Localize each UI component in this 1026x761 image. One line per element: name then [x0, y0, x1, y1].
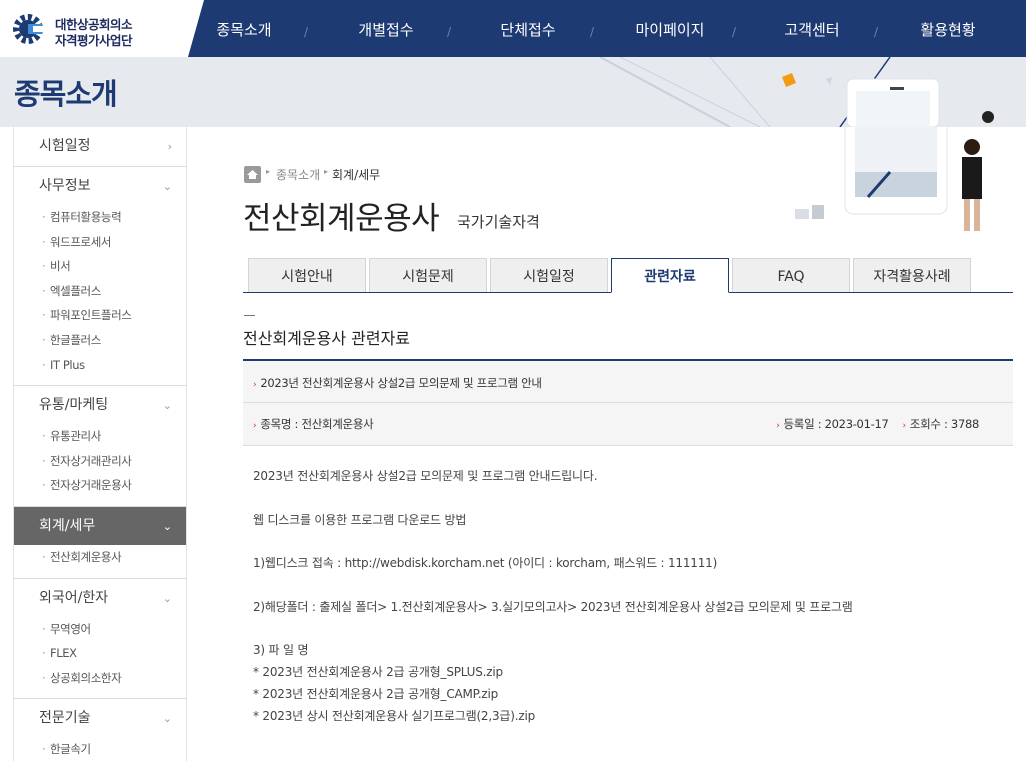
- page-title: 전산회계운용사: [243, 201, 440, 237]
- body-file1: * 2023년 전산회계운용사 2급 공개형_SPLUS.zip: [253, 665, 503, 680]
- sidebar-item-label: 시험일정: [39, 138, 91, 154]
- banner-title: 종목소개: [14, 77, 118, 111]
- tab-exam-schedule[interactable]: 시험일정: [490, 258, 608, 292]
- top-navigation-bar: 대한상공회의소 자격평가사업단 종목소개 / 개별접수 / 단체접수 / 마이페…: [0, 0, 1026, 57]
- sidebar-item-label: 회계/세무: [39, 517, 96, 534]
- sidebar-submenu-language: 무역영어 FLEX 상공회의소한자: [14, 617, 186, 699]
- sidebar-item-schedule[interactable]: 시험일정 ›: [14, 127, 186, 166]
- nav-item-individual[interactable]: 개별접수: [331, 0, 441, 57]
- body-step3: 3) 파 일 명: [253, 643, 309, 658]
- sidebar-subitem[interactable]: 유통관리사: [14, 424, 186, 449]
- sidebar-item-office[interactable]: 사무정보 ⌄: [14, 166, 186, 205]
- body-step2: 2)해당폴더 : 출제실 폴더> 1.전산회계운용사> 3.실기모의고사> 20…: [253, 599, 853, 614]
- post-subject: 종목명 : 전산회계운용사: [260, 417, 374, 431]
- nav-item-intro[interactable]: 종목소개: [189, 0, 299, 57]
- body-method: 웹 디스크를 이용한 프로그램 다운로드 방법: [253, 512, 467, 527]
- home-icon[interactable]: [244, 166, 261, 183]
- post-meta-row: › 종목명 : 전산회계운용사 › 등록일 : 2023-01-17 › 조회수 : 3…: [243, 403, 1013, 446]
- post-body: 2023년 전산회계운용사 상설2급 모의문제 및 프로그램 안내드립니다. 웹…: [253, 466, 1013, 728]
- caret-right-icon: ›: [902, 421, 906, 431]
- tab-exam-info[interactable]: 시험안내: [248, 258, 366, 292]
- post-header: › 2023년 전산회계운용사 상설2급 모의문제 및 프로그램 안내 › 종목명 …: [243, 359, 1013, 446]
- nav-divider: /: [304, 25, 309, 39]
- sidebar: 시험일정 › 사무정보 ⌄ 컴퓨터활용능력 워드프로세서 비서 엑셀플러스 파워…: [13, 127, 187, 761]
- page-subtitle: 국가기술자격: [457, 213, 540, 231]
- chevron-down-icon: ⌄: [162, 180, 172, 193]
- sidebar-item-label: 외국어/한자: [39, 589, 109, 606]
- section-title: 전산회계운용사 관련자료: [243, 329, 411, 348]
- post-views: 조회수 : 3788: [909, 417, 980, 431]
- sidebar-item-accounting[interactable]: 회계/세무 ⌄: [14, 505, 186, 545]
- sidebar-subitem[interactable]: 한글플러스: [14, 328, 186, 353]
- nav-divider: /: [447, 25, 452, 39]
- section-marker: [244, 315, 255, 316]
- tab-use-cases[interactable]: 자격활용사례: [853, 258, 971, 292]
- nav-divider: /: [732, 25, 737, 39]
- logo[interactable]: 대한상공회의소 자격평가사업단: [0, 0, 204, 57]
- chevron-down-icon: ⌄: [162, 519, 172, 533]
- post-title-row: › 2023년 전산회계운용사 상설2급 모의문제 및 프로그램 안내: [243, 359, 1013, 403]
- sidebar-subitem[interactable]: 한글속기: [14, 737, 186, 761]
- chevron-down-icon: ⌄: [162, 399, 172, 413]
- sidebar-subitem[interactable]: 워드프로세서: [14, 230, 186, 255]
- sidebar-subitem[interactable]: IT Plus: [14, 353, 186, 378]
- body-intro: 2023년 전산회계운용사 상설2급 모의문제 및 프로그램 안내드립니다.: [253, 469, 598, 483]
- sidebar-submenu-technical: 한글속기: [14, 737, 186, 761]
- post-title: 2023년 전산회계운용사 상설2급 모의문제 및 프로그램 안내: [260, 376, 542, 390]
- sidebar-subitem[interactable]: 전자상거래관리사: [14, 449, 186, 474]
- tab-bar: 시험안내 시험문제 시험일정 관련자료 FAQ 자격활용사례: [243, 258, 1013, 293]
- sidebar-item-label: 사무정보: [39, 178, 91, 194]
- sidebar-item-technical[interactable]: 전문기술 ⌄: [14, 698, 186, 737]
- sidebar-subitem[interactable]: 컴퓨터활용능력: [14, 205, 186, 230]
- caret-right-icon: ›: [253, 380, 257, 390]
- tab-related-materials[interactable]: 관련자료: [611, 258, 729, 293]
- tab-faq[interactable]: FAQ: [732, 258, 850, 292]
- banner-illustration: [599, 57, 994, 127]
- nav-divider: /: [874, 25, 879, 39]
- page-banner: 종목소개: [0, 57, 1026, 127]
- nav-item-group[interactable]: 단체접수: [473, 0, 583, 57]
- breadcrumb-separator-icon: ▸: [324, 167, 329, 176]
- post-meta-right: › 등록일 : 2023-01-17 › 조회수 : 3788: [776, 403, 979, 448]
- logo-text-line2: 자격평가사업단: [55, 33, 133, 48]
- breadcrumb-separator-icon: ▸: [266, 167, 271, 176]
- sidebar-item-distribution[interactable]: 유통/마케팅 ⌄: [14, 385, 186, 424]
- breadcrumb-level1[interactable]: 종목소개: [276, 166, 320, 183]
- body-file3: * 2023년 상시 전산회계운용사 실기프로그램(2,3급).zip: [253, 708, 535, 723]
- sidebar-subitem[interactable]: 파워포인트플러스: [14, 303, 186, 328]
- sidebar-subitem[interactable]: 전자상거래운용사: [14, 473, 186, 498]
- sidebar-subitem[interactable]: 엑셀플러스: [14, 279, 186, 304]
- chevron-down-icon: ⌄: [162, 712, 172, 726]
- nav-item-mypage[interactable]: 마이페이지: [615, 0, 725, 57]
- tablet-illustration: [795, 127, 982, 231]
- caret-right-icon: ›: [776, 421, 780, 431]
- sidebar-item-label: 전문기술: [39, 710, 91, 727]
- nav-item-stats[interactable]: 활용현황: [893, 0, 1003, 57]
- tab-exam-questions[interactable]: 시험문제: [369, 258, 487, 292]
- sidebar-subitem[interactable]: FLEX: [14, 641, 186, 666]
- nav-item-support[interactable]: 고객센터: [757, 0, 867, 57]
- sidebar-subitem[interactable]: 전산회계운용사: [14, 545, 186, 570]
- body-file2: * 2023년 전산회계운용사 2급 공개형_CAMP.zip: [253, 686, 499, 701]
- sidebar-submenu-office: 컴퓨터활용능력 워드프로세서 비서 엑셀플러스 파워포인트플러스 한글플러스 I…: [14, 205, 186, 385]
- logo-gear-icon: [13, 14, 45, 44]
- sidebar-subitem[interactable]: 상공회의소한자: [14, 666, 186, 691]
- breadcrumb-level2[interactable]: 회계/세무: [332, 166, 380, 183]
- sidebar-submenu-accounting: 전산회계운용사: [14, 545, 186, 578]
- nav-divider: /: [590, 25, 595, 39]
- sidebar-item-label: 유통/마케팅: [39, 397, 109, 414]
- sidebar-submenu-distribution: 유통관리사 전자상거래관리사 전자상거래운용사: [14, 424, 186, 506]
- caret-right-icon: ›: [253, 421, 257, 431]
- sidebar-subitem[interactable]: 비서: [14, 254, 186, 279]
- sidebar-subitem[interactable]: 무역영어: [14, 617, 186, 642]
- chevron-down-icon: ⌄: [162, 591, 172, 605]
- post-date: 등록일 : 2023-01-17: [783, 417, 889, 431]
- sidebar-item-language[interactable]: 외국어/한자 ⌄: [14, 577, 186, 617]
- body-step1[interactable]: 1)웹디스크 접속 : http://webdisk.korcham.net (…: [253, 553, 1013, 575]
- chevron-right-icon: ›: [167, 140, 172, 153]
